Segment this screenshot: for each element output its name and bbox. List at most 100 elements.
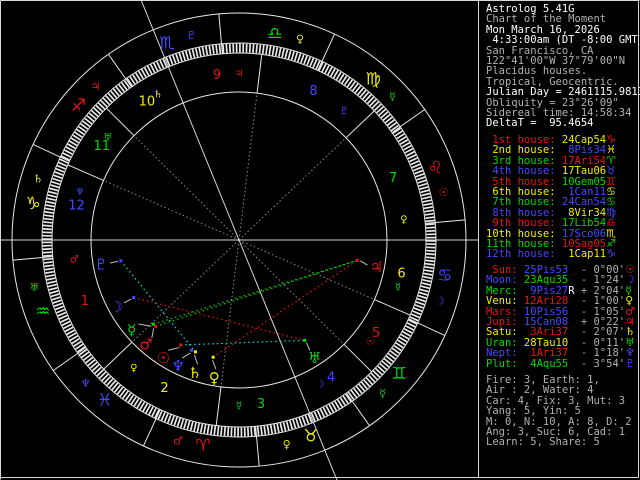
sign-glyph-icon: ♋	[437, 266, 452, 286]
house-number: 7	[389, 171, 397, 186]
aspect-line-trine	[155, 259, 358, 327]
planet-glyph-icon: ☽	[109, 298, 122, 316]
planet-pointer-line	[109, 260, 118, 264]
planet-glyph-icon: ☉	[157, 349, 170, 367]
sign-ruler-icon: ♄	[33, 172, 43, 185]
house-ruler-icon: ☉	[366, 336, 375, 347]
sign-glyph-icon: ♑	[25, 194, 40, 214]
sign-boundary	[391, 109, 426, 133]
house-cusp-segment	[215, 386, 222, 426]
house-ruler-icon: ☽	[316, 379, 325, 390]
sign-ruler-icon: ♀	[283, 438, 291, 451]
chart-header: Astrolog 5.41G Chart of the Moment Mon Mar…	[486, 4, 640, 129]
house-ruler-icon: ♃	[235, 69, 244, 80]
house-number: 1	[81, 294, 89, 309]
sign-ruler-icon: ☿	[379, 387, 386, 400]
house-cusp-ray	[238, 137, 347, 241]
planet-position-value: 4Aqu55	[517, 357, 569, 370]
sign-glyph-icon: ♌	[428, 158, 443, 178]
house-ruler-icon: ♆	[76, 187, 85, 198]
stats-line: Learn: 5, Share: 5	[486, 436, 600, 449]
planet-position-list: Sun: 25Pis53 - 0°00' ☉ Moon: 23Aqu35 - 1°2…	[486, 264, 636, 370]
house-ruler-icon: ♂	[70, 255, 79, 266]
planet-glyph-icon: ♅	[308, 349, 321, 367]
planet-position-dot	[132, 296, 136, 300]
planet-glyph-icon: ♆	[172, 357, 185, 375]
sign-ruler-icon: ♆	[81, 377, 91, 390]
house-ruler-icon: ☿	[236, 401, 242, 412]
chart-wheel: ♈♂ ♉♀♊☿♋☽♌☉♍☿♎ ♀♏ ♇♐♃♑♄♒♅♓♆1♂2♀3☿4☽5☉6☿7♀8♇…	[0, 0, 479, 480]
house-cusp-ray	[131, 239, 240, 343]
planet-pointer-line	[138, 323, 152, 327]
planet-position-dot	[211, 355, 215, 359]
sign-glyph-icon: ♉	[303, 426, 318, 446]
house-ruler-icon: ♅	[103, 133, 112, 144]
house-number: 3	[257, 397, 265, 412]
planet-velocity: - 3°54'	[574, 357, 626, 370]
sign-boundary	[52, 347, 87, 371]
planet-glyph-icon: ☿	[127, 321, 136, 339]
sign-glyph-icon: ♓	[97, 390, 112, 410]
planet-glyph-icon: ♄	[188, 364, 201, 382]
sign-ruler-icon: ♃	[91, 80, 101, 93]
house-ruler-icon: ♄	[154, 90, 163, 101]
planet-position-dot	[190, 348, 194, 352]
sign-ruler-icon: ♀	[296, 33, 304, 46]
planet-glyph-icon: ♇	[94, 256, 107, 274]
header-line: DeltaT = 95.4654	[486, 117, 594, 130]
info-panel: Astrolog 5.41G Chart of the Moment Mon Mar…	[486, 0, 640, 478]
house-number: 6	[397, 267, 405, 282]
planet-icon: ♇	[625, 356, 635, 370]
house-cusp-segment	[256, 54, 263, 94]
house-ruler-icon: ♀	[130, 363, 137, 374]
planet-position-dot	[303, 338, 307, 342]
sign-glyph-icon: ♏	[160, 34, 175, 54]
sign-ruler-icon: ♅	[30, 281, 40, 294]
house-ruler-icon: ♇	[340, 106, 349, 117]
sign-boundary	[346, 392, 370, 427]
house-cusp-segment	[345, 110, 375, 139]
house-ruler-icon: ☿	[395, 282, 401, 293]
house-cusp-segment	[67, 164, 104, 181]
sign-glyph-icon: ♊	[392, 364, 407, 384]
house-number: 9	[213, 68, 221, 83]
sign-glyph-icon: ♍	[365, 70, 380, 90]
planet-position-dot	[154, 324, 158, 328]
sign-ruler-icon: ☽	[435, 295, 445, 308]
planet-position-dot	[179, 343, 183, 347]
sign-glyph-icon: ♎	[267, 24, 282, 44]
house-cusp-value: 1Cap11	[555, 248, 607, 261]
house-cusp-ray	[220, 239, 240, 387]
house-cusp-ray	[238, 93, 258, 241]
astrolog-window: ♈ ♂ ♉ ♀ ♊ ☿ ♋ ☽ ♌ ☉ ♍ ☿ ♎ ♀ ♏ ♇ ♐ ♃ ♑ ♄ ♒ ♅ ♓ ♆ 1 ♂ 2 ♀ 3 ☿ 4 ☽ 5 ☉ 6 ☿ 7 ♀ 8 ♇…	[0, 0, 640, 480]
planet-label: Plut:	[486, 357, 518, 370]
house-cusp-segment	[103, 341, 133, 370]
house-label: 12th house:	[486, 248, 556, 261]
aspect-line-sextile	[180, 339, 305, 346]
sign-glyph-icon: ♈	[195, 436, 210, 456]
sign-ruler-icon: ☿	[389, 90, 396, 103]
planet-pointer-line	[212, 359, 217, 370]
house-cusp-segment	[343, 343, 373, 373]
element-stats-block: Fire: 3, Earth: 1, Air : 2, Water: 4 Car: …	[486, 375, 631, 448]
sign-ruler-icon: ♂	[173, 434, 183, 447]
planet-glyph-icon: ♃	[370, 258, 383, 276]
sign-glyph-icon: ♐	[71, 96, 86, 116]
planet-glyph-icon: ♀	[209, 369, 220, 387]
house-cusp-ray	[133, 135, 240, 241]
house-cusp-segment	[374, 299, 411, 316]
house-number: 2	[160, 381, 168, 396]
house-number: 12	[68, 198, 85, 213]
planet-position-dot	[193, 350, 197, 354]
sign-boundary	[108, 53, 132, 88]
house-cusp-segment	[105, 107, 135, 137]
house-ruler-icon: ♀	[400, 214, 407, 225]
planet-position-dot	[355, 258, 359, 262]
planet-pointer-line	[123, 298, 132, 304]
planet-row: Plut: 4Aqu55 - 3°54' ♇	[486, 356, 636, 370]
sign-ruler-icon: ☉	[439, 186, 449, 199]
planet-position-dot	[119, 259, 123, 263]
sign-glyph-icon: ♒	[35, 302, 50, 322]
house-row: 12th house: 1Cap11 ♑	[486, 248, 636, 261]
sign-ruler-icon: ♇	[186, 29, 196, 42]
